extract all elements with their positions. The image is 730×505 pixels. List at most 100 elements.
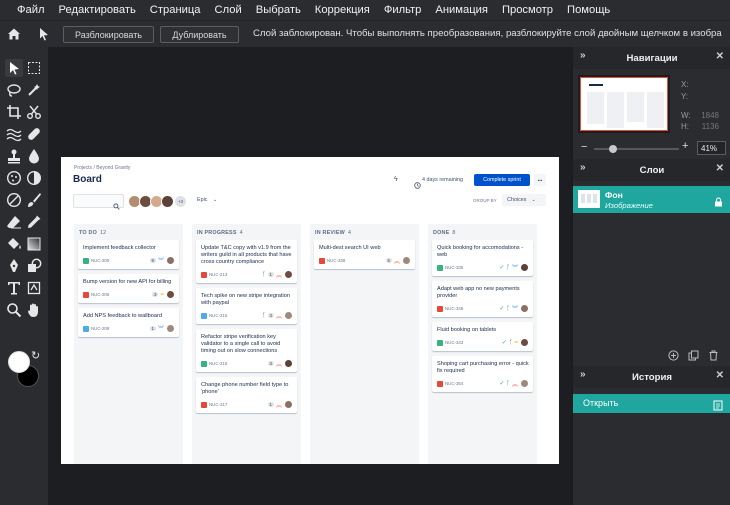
group-by-select[interactable]: Choices ⌄: [502, 194, 546, 206]
liquify-tool-icon[interactable]: [5, 125, 23, 143]
layer-item[interactable]: Фон Изображение: [573, 186, 730, 213]
close-icon[interactable]: ✕: [716, 51, 724, 62]
assignee-avatar[interactable]: [284, 270, 293, 279]
issue-key[interactable]: NUC-208: [91, 326, 150, 331]
assignee-avatar[interactable]: [284, 400, 293, 409]
issue-key[interactable]: NUC-205: [91, 258, 150, 263]
menu-item[interactable]: Анимация: [435, 4, 488, 16]
stamp-tool-icon[interactable]: [5, 147, 23, 165]
issue-key[interactable]: NUC-343: [445, 340, 502, 345]
issue-card[interactable]: Fluid booking on tablets NUC-343 ✓ ᚴ =: [432, 322, 533, 351]
select-tool-icon[interactable]: [5, 59, 23, 77]
issue-key[interactable]: NUC-336: [445, 265, 499, 270]
menu-item[interactable]: Слой: [215, 4, 242, 16]
assignee-avatar[interactable]: [166, 256, 175, 265]
sponge-tool-icon[interactable]: [5, 169, 23, 187]
delete-layer-icon[interactable]: [708, 348, 719, 366]
brush-tool-icon[interactable]: [25, 191, 43, 209]
issue-card[interactable]: Add NPS feedback to wallboard NUC-208 1 ︾: [78, 308, 179, 337]
add-layer-icon[interactable]: [668, 348, 679, 366]
zoom-slider[interactable]: [594, 145, 679, 153]
menu-item[interactable]: Фильтр: [384, 4, 422, 16]
navigator-thumbnail[interactable]: [578, 75, 670, 133]
collapse-icon[interactable]: »: [580, 162, 586, 173]
text-warp-icon[interactable]: [25, 279, 43, 297]
menu-item[interactable]: Страница: [150, 4, 201, 16]
eyedropper-icon[interactable]: [25, 213, 43, 231]
issue-card[interactable]: Adapt web app no new payments provider NU…: [432, 281, 533, 317]
unlock-button[interactable]: Разблокировать: [63, 26, 154, 43]
search-input[interactable]: [73, 194, 124, 210]
issue-card[interactable]: Change phone number field type to 'phone…: [196, 377, 297, 413]
magic-wand-icon[interactable]: [25, 81, 43, 99]
menu-item[interactable]: Редактировать: [59, 4, 136, 16]
close-icon[interactable]: ✕: [716, 370, 724, 381]
zoom-in-icon[interactable]: +: [682, 140, 688, 152]
scissors-icon[interactable]: [25, 103, 43, 121]
home-icon[interactable]: [7, 27, 21, 46]
collapse-icon[interactable]: »: [580, 50, 586, 61]
menu-item[interactable]: Выбрать: [256, 4, 301, 16]
complete-sprint-button[interactable]: Complete sprint: [474, 174, 530, 186]
avatar-group[interactable]: +3: [128, 195, 188, 208]
dodge-tool-icon[interactable]: [25, 169, 43, 187]
marquee-tool-icon[interactable]: [25, 59, 43, 77]
assignee-avatar[interactable]: [166, 324, 175, 333]
issue-key[interactable]: NUC-206: [91, 292, 152, 297]
epic-filter[interactable]: Epic ⌄: [197, 197, 217, 203]
foreground-color-swatch[interactable]: [8, 351, 30, 373]
assignee-avatar[interactable]: [284, 359, 293, 368]
lock-icon[interactable]: [714, 194, 723, 212]
issue-key[interactable]: NUC-216: [209, 361, 268, 366]
menu-item[interactable]: Просмотр: [502, 4, 553, 16]
duplicate-button[interactable]: Дублировать: [160, 26, 239, 43]
issue-card[interactable]: Tech spike on new stripe integration wit…: [196, 288, 297, 324]
issue-key[interactable]: NUC-213: [209, 272, 262, 277]
issue-key[interactable]: NUC-215: [209, 313, 262, 318]
issue-card[interactable]: Shoping cart purchasing error - quick fi…: [432, 356, 533, 392]
pen-tool-icon[interactable]: [5, 257, 23, 275]
text-tool-icon[interactable]: [5, 279, 23, 297]
issue-card[interactable]: Update T&C copy with v1.9 from the write…: [196, 240, 297, 283]
issue-key[interactable]: NUC-354: [445, 381, 499, 386]
duplicate-layer-icon[interactable]: [688, 348, 699, 366]
avatar[interactable]: [161, 195, 174, 208]
paint-bucket-icon[interactable]: [5, 235, 23, 253]
menu-item[interactable]: Файл: [17, 4, 45, 16]
close-icon[interactable]: ✕: [716, 163, 724, 174]
issue-key[interactable]: NUC-217: [209, 402, 268, 407]
issue-key[interactable]: NUC-346: [445, 306, 499, 311]
assignee-avatar[interactable]: [166, 290, 175, 299]
zoom-out-icon[interactable]: −: [581, 141, 587, 153]
zoom-tool-icon[interactable]: [5, 301, 23, 319]
gradient-tool-icon[interactable]: [25, 235, 43, 253]
zoom-input[interactable]: 41%: [697, 141, 726, 155]
crop-tool-icon[interactable]: [5, 103, 23, 121]
issue-card[interactable]: Bump version for new API for billing NUC-…: [78, 274, 179, 303]
issue-card[interactable]: Quick booking for accomodations - web NUC…: [432, 240, 533, 276]
document-canvas[interactable]: Projects / Beyond Gravity Board ϟ 4 days…: [61, 157, 559, 464]
menu-item[interactable]: Коррекция: [315, 4, 370, 16]
assignee-avatar[interactable]: [402, 256, 411, 265]
swap-colors-icon[interactable]: ↻: [31, 349, 40, 362]
issue-key[interactable]: NUC-338: [327, 258, 386, 263]
assignee-avatar[interactable]: [284, 311, 293, 320]
hand-tool-icon[interactable]: [25, 301, 43, 319]
menu-item[interactable]: Помощь: [567, 4, 610, 16]
lasso-tool-icon[interactable]: [5, 81, 23, 99]
move-tool-icon[interactable]: [38, 27, 50, 46]
shape-tool-icon[interactable]: [25, 257, 43, 275]
bandage-icon[interactable]: [25, 125, 43, 143]
assignee-avatar[interactable]: [520, 338, 529, 347]
eraser-tool-icon[interactable]: [5, 213, 23, 231]
issue-card[interactable]: Refactor stripe verification key validat…: [196, 329, 297, 372]
assignee-avatar[interactable]: [520, 304, 529, 313]
zoom-slider-handle[interactable]: [609, 145, 617, 153]
assignee-avatar[interactable]: [520, 379, 529, 388]
avatar-more-count[interactable]: +3: [174, 195, 187, 208]
history-item[interactable]: Открыть: [573, 394, 730, 413]
sharpen-tool-icon[interactable]: [5, 191, 23, 209]
issue-card[interactable]: Multi-dest search UI web NUC-338 5 ︽: [314, 240, 415, 269]
more-options-button[interactable]: •••: [534, 174, 546, 186]
assignee-avatar[interactable]: [520, 263, 529, 272]
